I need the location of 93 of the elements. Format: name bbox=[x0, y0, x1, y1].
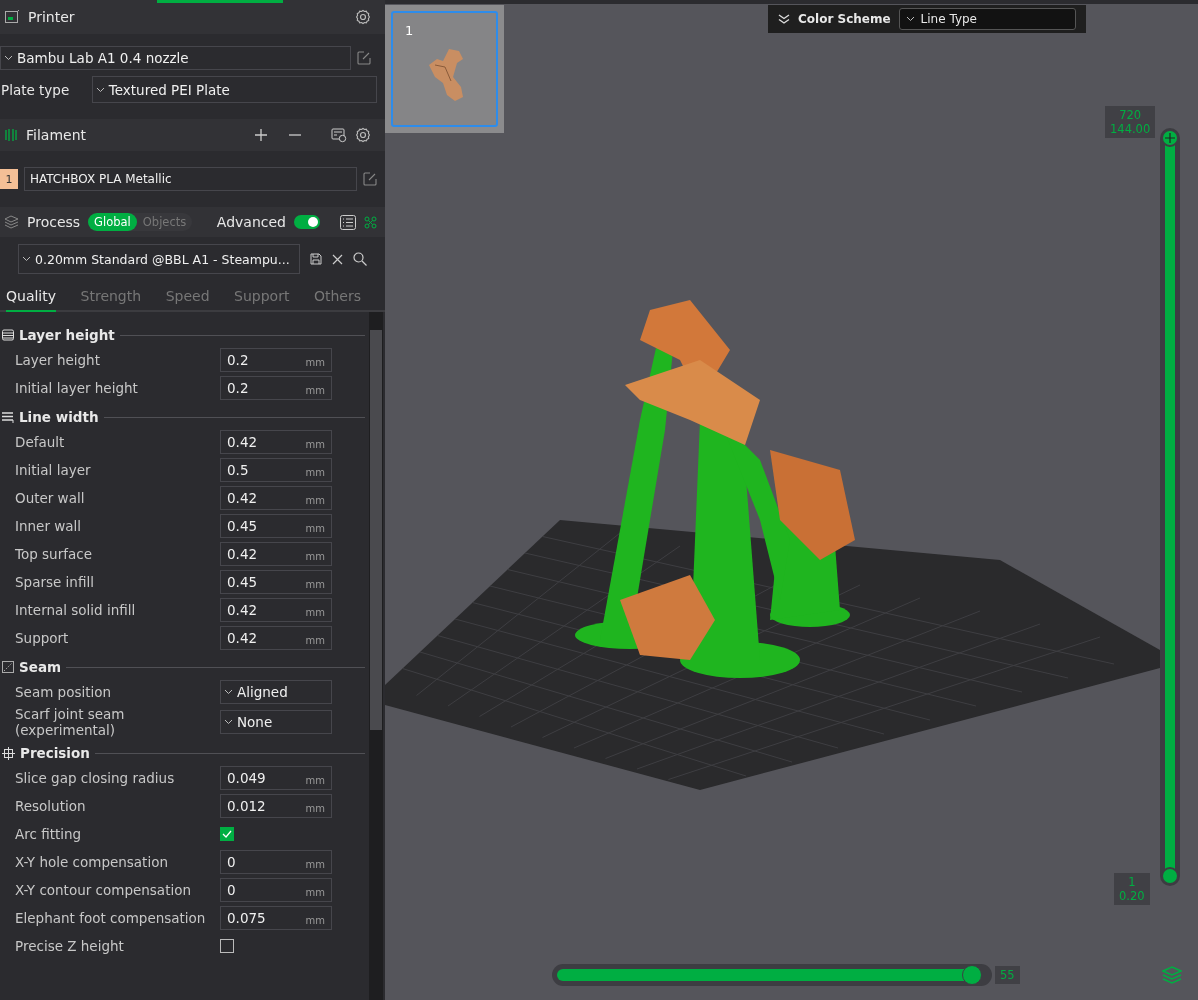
setting-label: Outer wall bbox=[15, 490, 86, 506]
plate-number: 1 bbox=[405, 23, 414, 38]
number-field[interactable]: 0.5 mm bbox=[220, 458, 332, 482]
section-title: Filament bbox=[26, 127, 86, 143]
number-field[interactable]: 0.2 mm bbox=[220, 348, 332, 372]
edit-icon[interactable] bbox=[357, 51, 371, 65]
nodes-icon[interactable] bbox=[364, 215, 377, 229]
advanced-label: Advanced bbox=[216, 214, 286, 230]
number-field[interactable]: 0.45 mm bbox=[220, 570, 332, 594]
setting-label: Arc fitting bbox=[15, 826, 83, 842]
upper-layer-handle[interactable] bbox=[1161, 129, 1179, 147]
setting-label: Initial layer bbox=[15, 462, 92, 478]
layer-range-slider[interactable] bbox=[1160, 128, 1180, 886]
plus-icon[interactable] bbox=[255, 129, 267, 141]
layers-icon[interactable] bbox=[1162, 966, 1182, 984]
search-icon[interactable] bbox=[353, 252, 367, 266]
setting-label: Initial layer height bbox=[15, 380, 139, 396]
caret-icon bbox=[4, 55, 13, 61]
caret-icon bbox=[224, 719, 233, 725]
plate-type-dropdown[interactable]: Textured PEI Plate bbox=[91, 76, 377, 103]
edit-icon[interactable] bbox=[363, 172, 377, 186]
setting-label: Inner wall bbox=[15, 518, 83, 534]
group-title: Line width bbox=[19, 409, 99, 425]
stacked-lines-icon bbox=[2, 329, 14, 341]
settings-icon[interactable] bbox=[355, 9, 371, 25]
checkbox[interactable] bbox=[220, 939, 234, 953]
color-scheme-dropdown[interactable]: Line Type bbox=[898, 8, 1076, 30]
advanced-toggle[interactable] bbox=[294, 215, 320, 229]
settings-tab[interactable]: Quality bbox=[6, 282, 57, 312]
seam-icon bbox=[2, 661, 14, 673]
filament-spool-icon bbox=[4, 128, 18, 142]
setting-label: Top surface bbox=[15, 546, 93, 562]
caret-icon bbox=[224, 689, 233, 695]
setting-label: Internal solid infill bbox=[15, 602, 137, 618]
filament-color-swatch[interactable]: 1 bbox=[0, 169, 18, 189]
number-field[interactable]: 0.049 mm bbox=[220, 766, 332, 790]
setting-label: Support bbox=[15, 630, 70, 646]
number-field[interactable]: 0.42 mm bbox=[220, 626, 332, 650]
list-icon[interactable] bbox=[340, 214, 356, 230]
setting-label: Default bbox=[15, 434, 66, 450]
double-chevron-icon[interactable] bbox=[778, 14, 790, 24]
section-title: Printer bbox=[28, 9, 75, 25]
settings-icon[interactable] bbox=[355, 127, 371, 143]
scrollbar[interactable] bbox=[369, 312, 383, 1000]
lower-layer-tooltip: 1 0.20 bbox=[1114, 873, 1150, 905]
number-field[interactable]: 0.42 mm bbox=[220, 598, 332, 622]
setting-label: Scarf joint seam (experimental) bbox=[15, 706, 126, 738]
filament-dropdown[interactable]: HATCHBOX PLA Metallic bbox=[23, 167, 357, 191]
caret-icon bbox=[22, 256, 31, 262]
plate-thumbnail[interactable]: 1 bbox=[391, 11, 498, 127]
section-title: Process bbox=[27, 214, 81, 230]
dropdown[interactable]: None bbox=[220, 710, 332, 734]
checkbox[interactable] bbox=[220, 827, 234, 841]
lines-icon bbox=[2, 411, 14, 423]
upper-layer-tooltip: 720 144.00 bbox=[1105, 106, 1156, 138]
layers-icon bbox=[4, 215, 19, 229]
group-title: Seam bbox=[19, 659, 62, 675]
plate-type-label: Plate type bbox=[1, 81, 71, 98]
number-field[interactable]: 0.42 mm bbox=[220, 430, 332, 454]
setting-label: Resolution bbox=[15, 798, 87, 814]
setting-label: X-Y hole compensation bbox=[15, 854, 169, 870]
setting-label: Sparse infill bbox=[15, 574, 95, 590]
printer-dropdown[interactable]: Bambu Lab A1 0.4 nozzle bbox=[0, 46, 351, 70]
number-field[interactable]: 0.42 mm bbox=[220, 542, 332, 566]
setting-label: Precise Z height bbox=[15, 938, 125, 954]
crosshair-icon bbox=[2, 746, 15, 760]
dropdown[interactable]: Aligned bbox=[220, 680, 332, 704]
group-title: Layer height bbox=[19, 327, 115, 343]
filament-sync-icon[interactable] bbox=[331, 127, 347, 143]
move-slider-handle[interactable] bbox=[962, 965, 982, 985]
setting-label: Slice gap closing radius bbox=[15, 770, 176, 786]
caret-icon bbox=[95, 86, 105, 93]
setting-label: Elephant foot compensation bbox=[15, 910, 207, 926]
group-title: Precision bbox=[20, 745, 90, 761]
number-field[interactable]: 0.42 mm bbox=[220, 486, 332, 510]
number-field[interactable]: 0.2 mm bbox=[220, 376, 332, 400]
number-field[interactable]: 0.075 mm bbox=[220, 906, 332, 930]
setting-label: Seam position bbox=[15, 684, 113, 700]
color-scheme-label: Color Scheme bbox=[798, 12, 891, 26]
number-field[interactable]: 0.45 mm bbox=[220, 514, 332, 538]
move-slider-reading: 55 bbox=[995, 966, 1020, 984]
number-field[interactable]: 0 mm bbox=[220, 878, 332, 902]
printer-icon bbox=[4, 9, 20, 25]
move-slider[interactable] bbox=[552, 964, 992, 986]
caret-icon bbox=[905, 16, 915, 22]
setting-label: X-Y contour compensation bbox=[15, 882, 192, 898]
number-field[interactable]: 0 mm bbox=[220, 850, 332, 874]
save-icon[interactable] bbox=[310, 253, 322, 265]
process-preset-dropdown[interactable]: 0.20mm Standard @BBL A1 - Steampu... bbox=[18, 244, 300, 274]
setting-label: Layer height bbox=[15, 352, 101, 368]
lower-layer-handle[interactable] bbox=[1161, 867, 1179, 885]
close-icon[interactable] bbox=[332, 253, 343, 265]
number-field[interactable]: 0.012 mm bbox=[220, 794, 332, 818]
